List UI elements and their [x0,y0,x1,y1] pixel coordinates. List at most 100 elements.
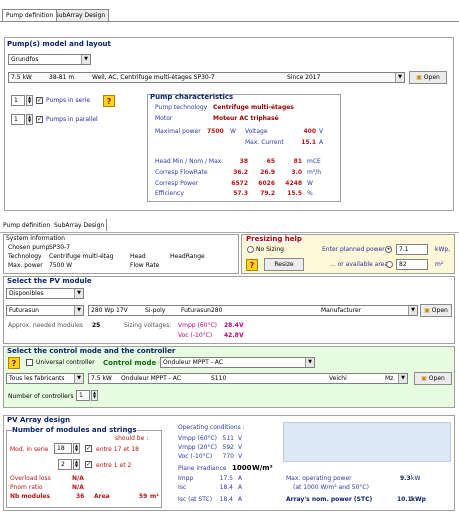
help-icon[interactable]: ? [246,259,258,271]
bottom-window: Pump definition SubArray Design System i… [0,216,459,512]
table-cell: 57.3 [233,190,248,197]
nosizing-label: No Sizing [256,246,284,253]
iscstc-label: Isc (at STC) [178,496,213,503]
pump-model-select[interactable]: 7.5 kW 38-81 m Well, AC, Centrifuge mult… [8,72,405,83]
cond-value: 592 [222,444,234,451]
manufacturer-value: Grundfos [11,56,39,63]
tab-subarray-design[interactable]: SubArray Design [54,222,104,229]
approx-label: Approx. needed modules [8,322,83,329]
pumps-serie-checkbox[interactable]: ✓ [36,97,43,104]
cond-value: 511 [222,435,234,442]
vmpp-value: 28.4 [224,322,239,329]
table-cell: 26.9 [260,169,275,176]
pumps-serie-spinner[interactable]: ▲ ▼ [26,95,33,106]
maxpow-label: Maximal power [155,128,201,135]
open-controller-button[interactable]: ▣ Open [414,372,452,385]
isc-label: Isc [178,484,187,491]
should-be-label: should be : [115,435,149,442]
planned-power-input[interactable]: 7.1 [396,244,428,255]
controller-model-select[interactable]: 7.5 kW Onduleur MPPT - AC S110 Veichi Mz… [88,373,408,384]
cond-unit: V [238,435,243,442]
cond-unit: V [238,453,243,460]
voc-label: Voc (-10°C) [178,332,213,339]
manufacturer-select[interactable]: Grundfos ▼ [8,54,91,65]
folder-icon: ▣ [424,307,430,314]
modserie-checkbox[interactable]: ✓ [85,445,92,452]
help-icon[interactable]: ? [8,357,20,369]
controller-filter-value: Tous les fabricants [9,375,65,382]
maxpow-value: 7500 W [49,262,73,269]
cond-unit: V [238,444,243,451]
sizing-label: Sizing voltages: [124,322,172,329]
modserie-input[interactable]: 18 [54,443,72,454]
tab-pump-definition[interactable]: Pump definition [2,9,58,21]
pv-filter-select[interactable]: Disponibles ▼ [6,288,84,299]
pv-title: Select the PV module [7,277,92,285]
controller-power: 7.5 kW [91,375,112,382]
maxop-value: 9.3 [400,475,411,482]
chevron-down-icon: ▼ [74,306,83,315]
open-pv-button[interactable]: ▣ Open [420,304,452,317]
table-row-label: Corresp FlowRate [155,169,208,176]
table-cell: 79.2 [260,190,275,197]
control-mode-value: Onduleur MPPT - AC [163,359,223,366]
enter-power-radio[interactable]: • [385,246,392,253]
presizing-title: Presizing help [246,235,302,243]
irradiance-label: Plane irradiance [178,465,227,472]
voltage-value: 400 [303,128,316,135]
table-cell: 6026 [258,180,275,187]
available-area-input[interactable]: 82 [396,259,428,270]
strings-checkbox[interactable]: ✓ [85,461,92,468]
area-radio[interactable] [386,261,393,268]
table-unit: m³/h [307,169,322,176]
maxop-sub: (at 1000 W/m² and 50°C) [293,484,369,491]
controller-filter-select[interactable]: Tous les fabricants ▼ [6,373,84,384]
pumps-serie-label: Pumps in serie [46,97,91,104]
pumps-parallel-spinner[interactable]: ▲ ▼ [26,114,33,125]
help-icon[interactable]: ? [103,95,115,107]
modserie-spinner[interactable]: ▲ ▼ [73,443,80,454]
open-label: Open [428,375,445,382]
motor-value: Moteur AC triphasé [213,115,279,122]
cond-label: Vmpp (60°C) [178,435,217,442]
controller-brand: Veichi [329,375,347,382]
irradiance-unit: W/m² [252,464,273,472]
flowrate-label: Flow Rate [130,262,160,269]
nosizing-radio[interactable] [247,246,254,253]
power-unit: kWp, [435,246,451,253]
open-pump-button[interactable]: ▣ Open [409,71,447,84]
table-row-label: Corresp Power [155,180,199,187]
pv-model-select[interactable]: 280 Wp 17V Si-poly Futurasun280 Manufact… [88,305,418,316]
voc-value: 42.8 [224,332,239,339]
modserie-range: entre 17 et 18 [96,446,139,453]
cond-label: Vmpp (20°C) [178,444,217,451]
pumps-parallel-checkbox[interactable]: ✓ [36,116,43,123]
chevron-down-icon: ▼ [74,374,83,383]
controller-mz: Mz [385,375,394,382]
top-window: Pump definition SubArray Design Pump(s) … [0,0,459,214]
characteristics-title: Pump characteristics [150,93,234,101]
tab-pump-definition[interactable]: Pump definition [3,222,50,229]
chosen-label: Chosen pump [8,244,50,251]
overload-label: Overload loss [10,475,51,482]
nctrl-input[interactable]: 1 [76,390,90,401]
universal-checkbox[interactable] [26,359,33,366]
pumps-serie-input[interactable]: 1 [11,95,25,106]
maxop-label: Max. operating power [286,475,352,482]
strings-spinner[interactable]: ▲ ▼ [73,459,80,470]
nompow-label: Array's nom. power (STC) [286,496,373,503]
tab-subarray-design[interactable]: SubArray Design [51,9,110,21]
isc-value: 18.4 [219,484,233,491]
controller-device: Onduleur MPPT - AC [121,375,181,382]
strings-input[interactable]: 2 [58,459,72,470]
resize-button[interactable]: Resize [264,258,304,271]
nctrl-spinner[interactable]: ▲ ▼ [91,390,98,401]
pumps-parallel-input[interactable]: 1 [11,114,25,125]
control-mode-select[interactable]: Onduleur MPPT - AC ▼ [160,357,315,368]
pump-since: Since 2017 [287,74,321,81]
chevron-down-icon: ▼ [408,306,417,315]
pv-manufacturer-select[interactable]: Futurasun ▼ [6,305,84,316]
pv-manufacturer-value: Futurasun [9,307,39,314]
cond-label: Voc (-10°C) [178,453,213,460]
chosen-value: SP30-7 [49,244,71,251]
